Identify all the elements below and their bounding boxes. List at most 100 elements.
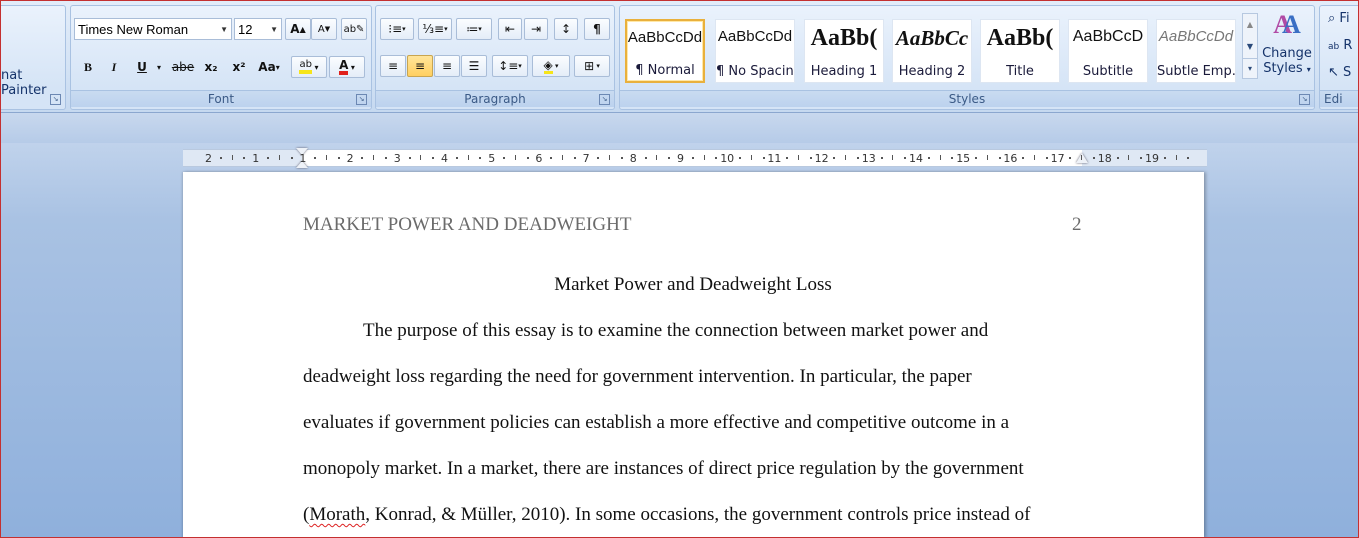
ruler-tick-label: 19: [1145, 152, 1159, 165]
ruler-tick-mark: [420, 155, 422, 160]
ruler-tick-label: 3: [393, 152, 401, 165]
subscript-button[interactable]: x₂: [199, 56, 223, 78]
body-line-rest: , Konrad, & Müller, 2010). In some occas…: [365, 504, 1031, 525]
find-button[interactable]: ⌕ Fi: [1328, 11, 1350, 26]
ruler-tick-label: 18: [1097, 152, 1112, 165]
ruler-tick-mark: [798, 155, 799, 160]
ruler-tick-mark: [526, 157, 529, 159]
font-group: Times New Roman ▼ 12 ▼ A ▲ A ▼ ab✎ B I U ▾…: [70, 5, 372, 110]
ruler-tick-mark: [809, 157, 812, 159]
page-number[interactable]: 2: [1072, 214, 1082, 236]
shading-button[interactable]: ◈ ▾: [532, 55, 570, 77]
align-right-button[interactable]: ≡: [434, 55, 460, 77]
sort-button[interactable]: ↕: [554, 18, 578, 40]
ruler-tick-mark: [432, 157, 435, 159]
highlighter-icon: ab: [299, 60, 312, 74]
more-styles-icon[interactable]: ▾: [1243, 58, 1257, 79]
paragraph-dialog-launcher[interactable]: ↘: [599, 94, 610, 105]
ruler-tick-mark: [326, 155, 327, 160]
change-styles-label: Change: [1262, 46, 1312, 61]
styles-dialog-launcher[interactable]: ↘: [1299, 94, 1310, 105]
superscript-button[interactable]: x²: [227, 56, 251, 78]
ruler-tick-mark: [267, 157, 269, 159]
body-line[interactable]: (Morath, Konrad, & Müller, 2010). In som…: [303, 504, 1030, 526]
body-line[interactable]: deadweight loss regarding the need for g…: [303, 366, 972, 388]
underline-button[interactable]: U: [131, 56, 153, 78]
multilevel-list-button[interactable]: ≔ ▾: [456, 18, 492, 40]
numbering-button[interactable]: ⅓≡ ▾: [418, 18, 452, 40]
strikethrough-button[interactable]: abe: [170, 56, 196, 78]
line-spacing-icon: ↕≡: [498, 59, 519, 73]
style-heading-1[interactable]: AaBb( Heading 1: [804, 19, 884, 83]
grow-font-button[interactable]: A ▲: [285, 18, 311, 40]
ruler-tick-mark: [1116, 157, 1119, 159]
ruler-tick-mark: [467, 155, 469, 160]
body-line[interactable]: monopoly market. In a market, there are …: [303, 458, 1024, 480]
select-button[interactable]: ↖ S: [1328, 65, 1351, 80]
style-subtle-emphasis[interactable]: AaBbCcDd Subtle Emp...: [1156, 19, 1236, 83]
line-spacing-button[interactable]: ↕≡ ▾: [492, 55, 528, 77]
font-size-combo[interactable]: 12 ▼: [234, 18, 282, 40]
page-header[interactable]: MARKET POWER AND DEADWEIGHT: [303, 214, 631, 236]
bold-button[interactable]: B: [77, 56, 99, 78]
style-subtitle[interactable]: AaBbCcD Subtitle: [1068, 19, 1148, 83]
grow-font-icon: A: [290, 22, 300, 36]
align-center-button[interactable]: ≡: [407, 55, 433, 77]
ruler-tick-mark: [833, 157, 836, 159]
spelling-error-word[interactable]: Morath: [309, 504, 365, 525]
ruler-tick-mark: [550, 157, 553, 159]
change-styles-button[interactable]: AA Change Styles ▾: [1262, 10, 1312, 90]
font-color-button[interactable]: A ▾: [329, 56, 365, 78]
justify-button[interactable]: ☰: [461, 55, 487, 77]
change-styles-label-2: Styles ▾: [1263, 61, 1311, 76]
replace-button[interactable]: ab R: [1328, 38, 1352, 53]
body-line[interactable]: The purpose of this essay is to examine …: [363, 320, 988, 342]
chevron-down-icon[interactable]: ▼: [220, 25, 228, 34]
borders-button[interactable]: ⊞ ▾: [574, 55, 610, 77]
ruler-tick-mark: [1128, 155, 1130, 160]
style-sample: AaBbCcDd: [717, 28, 793, 45]
ruler-tick-mark: [644, 157, 647, 159]
sort-icon: ↕: [560, 22, 572, 36]
body-line[interactable]: evaluates if government policies can est…: [303, 412, 1009, 434]
style-title[interactable]: AaBb( Title: [980, 19, 1060, 83]
scroll-up-icon[interactable]: ▲: [1243, 14, 1257, 36]
style-normal[interactable]: AaBbCcDd ¶ Normal: [625, 19, 705, 83]
show-formatting-button[interactable]: ¶: [584, 18, 610, 40]
replace-icon: ab: [1328, 42, 1340, 52]
font-dialog-launcher[interactable]: ↘: [356, 94, 367, 105]
chevron-down-icon[interactable]: ▼: [270, 25, 278, 34]
ruler-tick-label: 6: [535, 152, 543, 165]
shrink-font-icon: A: [317, 23, 325, 35]
bullets-button[interactable]: ⁝≡ ▾: [380, 18, 414, 40]
increase-indent-button[interactable]: ⇥: [524, 18, 548, 40]
shrink-font-button[interactable]: A ▼: [311, 18, 337, 40]
ruler-tick-mark: [998, 157, 1001, 159]
text-highlight-button[interactable]: ab ▾: [291, 56, 327, 78]
font-name-combo[interactable]: Times New Roman ▼: [74, 18, 232, 40]
clear-formatting-button[interactable]: ab✎: [341, 18, 367, 40]
cursor-icon: ↖: [1328, 65, 1339, 80]
change-case-button[interactable]: Aa ▾: [254, 56, 284, 78]
ruler-tick-label: 2: [205, 152, 212, 165]
clipboard-dialog-launcher[interactable]: ↘: [50, 94, 61, 105]
italic-button[interactable]: I: [103, 56, 125, 78]
ruler-tick-mark: [739, 157, 741, 159]
style-no-spacing[interactable]: AaBbCcDd ¶ No Spacing: [715, 19, 795, 83]
decrease-indent-button[interactable]: ⇤: [498, 18, 522, 40]
styles-gallery-scrollbar[interactable]: ▲ ▼ ▾: [1242, 13, 1258, 79]
style-name: Subtitle: [1082, 64, 1134, 79]
document-title[interactable]: Market Power and Deadweight Loss: [303, 274, 1083, 296]
ruler-tick-mark: [479, 157, 482, 159]
styles-group-label: Styles: [620, 90, 1314, 107]
style-heading-2[interactable]: AaBbCc Heading 2: [892, 19, 972, 83]
ruler-tick-mark: [361, 157, 364, 159]
change-case-label: Aa: [258, 60, 276, 74]
chevron-down-icon[interactable]: ▾: [153, 56, 165, 78]
scroll-down-icon[interactable]: ▼: [1243, 36, 1257, 58]
align-left-button[interactable]: ≡: [380, 55, 406, 77]
ruler-tick-label: 14: [909, 152, 923, 165]
ruler-tick-mark: [278, 155, 280, 160]
ruler-tick-mark: [1163, 157, 1166, 159]
align-right-icon: ≡: [441, 59, 453, 73]
